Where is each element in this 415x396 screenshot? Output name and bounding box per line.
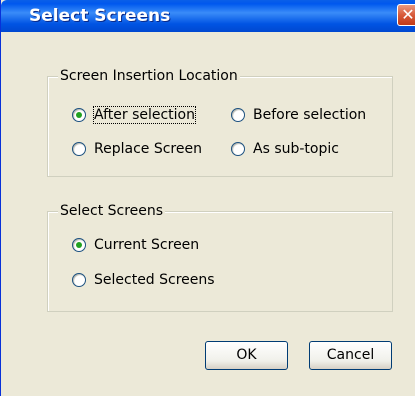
screen-insertion-location-label: Screen Insertion Location	[58, 68, 240, 84]
select-screens-dialog: Select Screens ✕ Screen Insertion Locati…	[0, 0, 415, 396]
radio-label: After selection	[93, 106, 196, 124]
dialog-title: Select Screens	[29, 6, 171, 26]
radio-selected-screens[interactable]: Selected Screens	[72, 272, 215, 288]
radio-label: Current Screen	[94, 237, 200, 253]
screen-insertion-location-group: Screen Insertion Location After selectio…	[47, 68, 393, 177]
radio-as-sub-topic[interactable]: As sub-topic	[231, 141, 339, 157]
radio-unchecked-icon	[231, 108, 245, 122]
radio-label: As sub-topic	[253, 141, 339, 157]
radio-before-selection[interactable]: Before selection	[231, 107, 366, 123]
radio-label: Before selection	[253, 107, 367, 123]
close-icon: ✕	[401, 5, 415, 24]
radio-label: Replace Screen	[94, 141, 202, 157]
radio-unchecked-icon	[72, 273, 86, 287]
title-bar[interactable]: Select Screens ✕	[1, 0, 415, 32]
radio-after-selection[interactable]: After selection	[72, 106, 196, 124]
ok-button[interactable]: OK	[205, 341, 288, 370]
select-screens-group: Select Screens Current Screen Selected S…	[47, 203, 393, 312]
cancel-button[interactable]: Cancel	[309, 341, 392, 370]
radio-checked-icon	[72, 238, 86, 252]
radio-label: Selected Screens	[94, 272, 215, 288]
close-button[interactable]: ✕	[397, 4, 415, 26]
radio-current-screen[interactable]: Current Screen	[72, 237, 199, 253]
radio-unchecked-icon	[231, 142, 245, 156]
select-screens-label: Select Screens	[58, 203, 166, 219]
radio-checked-icon	[72, 108, 86, 122]
radio-replace-screen[interactable]: Replace Screen	[72, 141, 202, 157]
radio-unchecked-icon	[72, 142, 86, 156]
